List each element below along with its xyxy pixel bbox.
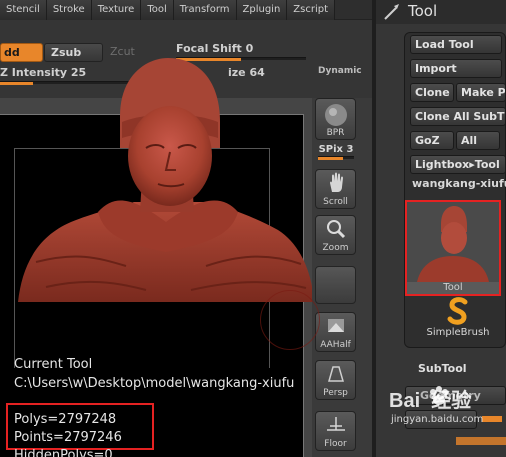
make-polymesh-button[interactable]: Make P [456,83,506,102]
floor-label: Floor [324,439,347,449]
menu-zscript[interactable]: Zscript [287,0,335,20]
zoom-label: Zoom [322,243,349,253]
persp-label: Persp [323,388,348,398]
sculpt-model [18,58,314,302]
spix-label: SPix 3 [318,144,354,155]
baidu-url: jingyan.baidu.com [391,414,484,425]
tool-thumbnail[interactable]: Tool [405,200,501,296]
simple-brush-tool[interactable]: SimpleBrush [418,297,498,343]
scroll-label: Scroll [323,197,348,207]
aahalf-icon [327,319,344,332]
right-shelf: BPR SPix 3 Scroll Zoom AAHalf Persp Floo… [312,98,360,457]
current-tool-label: Current Tool [14,357,93,372]
main-menu-bar: Stencil Stroke Texture Tool Transform Zp… [0,0,372,20]
clone-button[interactable]: Clone [410,83,454,102]
goz-all-button[interactable]: All [456,131,500,150]
s-brush-icon [447,297,468,325]
menu-zplugin[interactable]: Zplugin [236,0,288,20]
spix-fill [318,157,344,160]
scroll-button[interactable]: Scroll [315,169,356,209]
load-tool-button[interactable]: Load Tool [410,35,502,54]
brush-icon [384,4,399,20]
persp-button[interactable]: Persp [315,360,356,400]
spix-track [318,156,354,160]
aahalf-label: AAHalf [320,340,351,350]
perspective-icon [327,366,344,382]
points-count: Points=2797246 [14,430,122,445]
floor-button[interactable]: Floor [315,411,356,451]
aahalf-button[interactable]: AAHalf [315,312,356,352]
thumbnail-model [407,202,499,282]
spix-slider[interactable]: SPix 3 [316,144,356,160]
goz-button[interactable]: GoZ [410,131,454,150]
hand-icon [329,172,343,192]
import-button[interactable]: Import [410,59,502,78]
simple-brush-label: SimpleBrush [426,327,490,338]
thumbnail-label: Tool [407,282,499,294]
actual-button[interactable] [315,266,356,304]
gyro-ring [260,290,320,350]
tool-path: C:\Users\w\Desktop\model\wangkang-xiufu [14,376,295,391]
bpr-label: BPR [326,128,345,138]
floor-icon [326,417,345,431]
clone-all-subtools-button[interactable]: Clone All SubT [410,107,506,126]
menu-tool[interactable]: Tool [141,0,174,20]
lightbox-tools-button[interactable]: Lightbox▸Tool [410,155,506,174]
hidden-polys-count: HiddenPolys=0 [14,448,113,457]
paw-icon [430,386,448,405]
current-tool-name: wangkang-xiufu [412,177,506,190]
menu-transform[interactable]: Transform [173,0,237,20]
subtool-section[interactable]: SubTool [418,362,467,375]
polys-count: Polys=2797248 [14,412,117,427]
menu-stencil[interactable]: Stencil [0,0,47,20]
menu-stroke[interactable]: Stroke [46,0,92,20]
sphere-icon [324,104,347,126]
baidu-watermark: Bai 经验 jingyan.baidu.com [385,380,506,440]
tool-palette-title[interactable]: Tool [408,2,437,20]
magnifier-icon [326,220,345,239]
zoom-button[interactable]: Zoom [315,215,356,255]
dynamic-toggle[interactable]: Dynamic [318,66,362,76]
menu-texture[interactable]: Texture [91,0,142,20]
bpr-button[interactable]: BPR [315,98,356,140]
